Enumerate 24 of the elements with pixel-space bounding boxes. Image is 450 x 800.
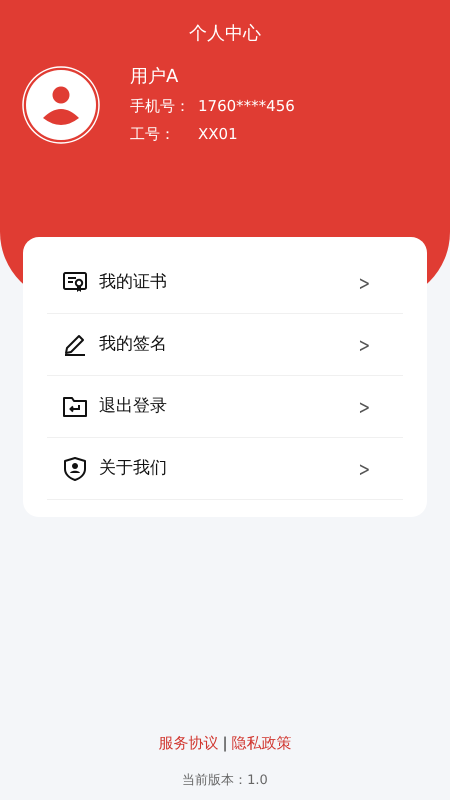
employee-id: XX01 xyxy=(198,124,238,145)
chevron-icon: > xyxy=(358,268,370,298)
privacy-link[interactable]: 隐私政策 xyxy=(232,732,292,754)
menu-item[interactable]: 我的证书 > xyxy=(47,252,403,314)
version-text: 当前版本：1.0 xyxy=(182,772,268,790)
menu-item[interactable]: 关于我们 > xyxy=(47,438,403,500)
chevron-icon: > xyxy=(358,330,370,360)
menu-label: 退出登录 xyxy=(99,394,168,418)
employee-id-label: 工号： xyxy=(130,124,176,145)
menu-label: 我的签名 xyxy=(99,332,168,356)
phone-number: 1760****456 xyxy=(198,96,295,117)
phone-label: 手机号： xyxy=(130,96,191,117)
menu-label: 关于我们 xyxy=(99,456,168,480)
chevron-icon: > xyxy=(358,392,370,422)
avatar-icon xyxy=(22,66,100,144)
separator: | xyxy=(222,733,228,754)
page-title: 个人中心 xyxy=(189,22,261,46)
menu-item[interactable]: 我的签名 > xyxy=(47,314,403,376)
chevron-icon: > xyxy=(358,454,370,484)
user-name: 用户A xyxy=(130,65,180,89)
menu-item[interactable]: 退出登录 > xyxy=(47,376,403,438)
shield-icon xyxy=(62,456,88,482)
terms-link[interactable]: 服务协议 xyxy=(158,732,218,754)
menu-label: 我的证书 xyxy=(99,270,168,294)
